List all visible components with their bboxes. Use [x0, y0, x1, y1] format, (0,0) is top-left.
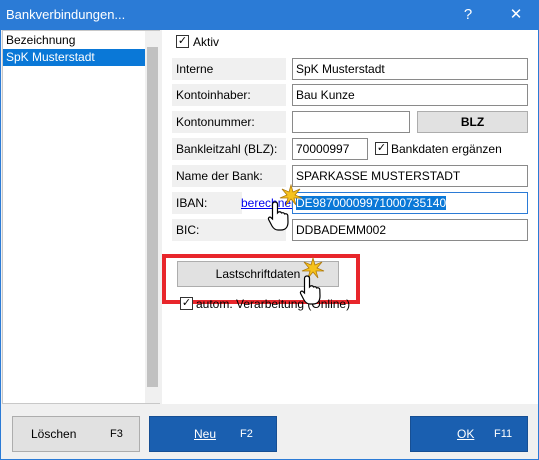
- bottom-bar: Löschen F3 Neu F2 OK F11: [1, 404, 538, 459]
- account-form: ✓ Aktiv Interne Bezeichnung: SpK Musters…: [162, 30, 538, 404]
- title-bar[interactable]: Bankverbindungen... ? ✕: [0, 0, 539, 30]
- close-button[interactable]: ✕: [504, 3, 528, 27]
- neu-button[interactable]: Neu F2: [149, 416, 277, 452]
- interne-bezeichnung-input[interactable]: SpK Musterstadt: [292, 58, 528, 80]
- kontonummer-label: Kontonummer:: [172, 111, 286, 133]
- kontonummer-input[interactable]: [292, 111, 410, 133]
- loeschen-key: F3: [110, 428, 123, 440]
- dialog-window: Bankverbindungen... ? ✕ Bezeichnung SpK …: [0, 0, 539, 460]
- autom-verarbeitung-checkbox[interactable]: ✓: [180, 297, 193, 310]
- hand-pointer-icon: [267, 201, 289, 231]
- iban-label: IBAN:: [172, 192, 242, 214]
- interne-bezeichnung-label: Interne Bezeichnung:: [172, 58, 286, 98]
- kontoinhaber-label: Kontoinhaber:: [172, 84, 286, 106]
- dialog-client: Bezeichnung SpK Musterstadt ✓ Aktiv Inte…: [1, 30, 538, 459]
- list-item[interactable]: SpK Musterstadt: [3, 49, 145, 66]
- loeschen-label: Löschen: [31, 427, 77, 441]
- loeschen-button[interactable]: Löschen F3: [12, 416, 140, 452]
- scrollbar-thumb[interactable]: [147, 47, 158, 387]
- list-header: Bezeichnung: [6, 33, 76, 47]
- bankleitzahl-label: Bankleitzahl (BLZ):: [172, 138, 286, 160]
- iban-input[interactable]: DE98700009971000735140: [292, 192, 528, 214]
- name-der-bank-label: Name der Bank:: [172, 165, 286, 187]
- aktiv-label: Aktiv: [193, 35, 220, 49]
- help-button[interactable]: ?: [456, 3, 480, 27]
- hand-pointer-icon: [299, 275, 321, 305]
- blz-button[interactable]: BLZ: [417, 111, 528, 133]
- name-der-bank-input[interactable]: SPARKASSE MUSTERSTADT: [292, 165, 528, 187]
- ok-label: OK: [457, 427, 475, 441]
- window-title: Bankverbindungen...: [6, 7, 126, 22]
- bankdaten-label: Bankdaten ergänzen: [391, 142, 502, 156]
- neu-key: F2: [240, 428, 253, 440]
- account-list[interactable]: Bezeichnung SpK Musterstadt: [2, 30, 160, 404]
- aktiv-checkbox[interactable]: ✓: [176, 35, 189, 48]
- bic-input[interactable]: DDBADEMM002: [292, 219, 528, 241]
- kontoinhaber-input[interactable]: Bau Kunze: [292, 84, 528, 106]
- bankleitzahl-input[interactable]: 70000997: [292, 138, 368, 160]
- list-scrollbar[interactable]: [145, 31, 160, 403]
- autom-verarbeitung-label: autom. Verarbeitung (Online): [196, 297, 351, 311]
- ok-button[interactable]: OK F11: [410, 416, 528, 452]
- bankdaten-checkbox[interactable]: ✓: [375, 142, 388, 155]
- neu-label: Neu: [194, 427, 217, 441]
- ok-key: F11: [494, 428, 513, 440]
- iban-value: DE98700009971000735140: [296, 196, 447, 210]
